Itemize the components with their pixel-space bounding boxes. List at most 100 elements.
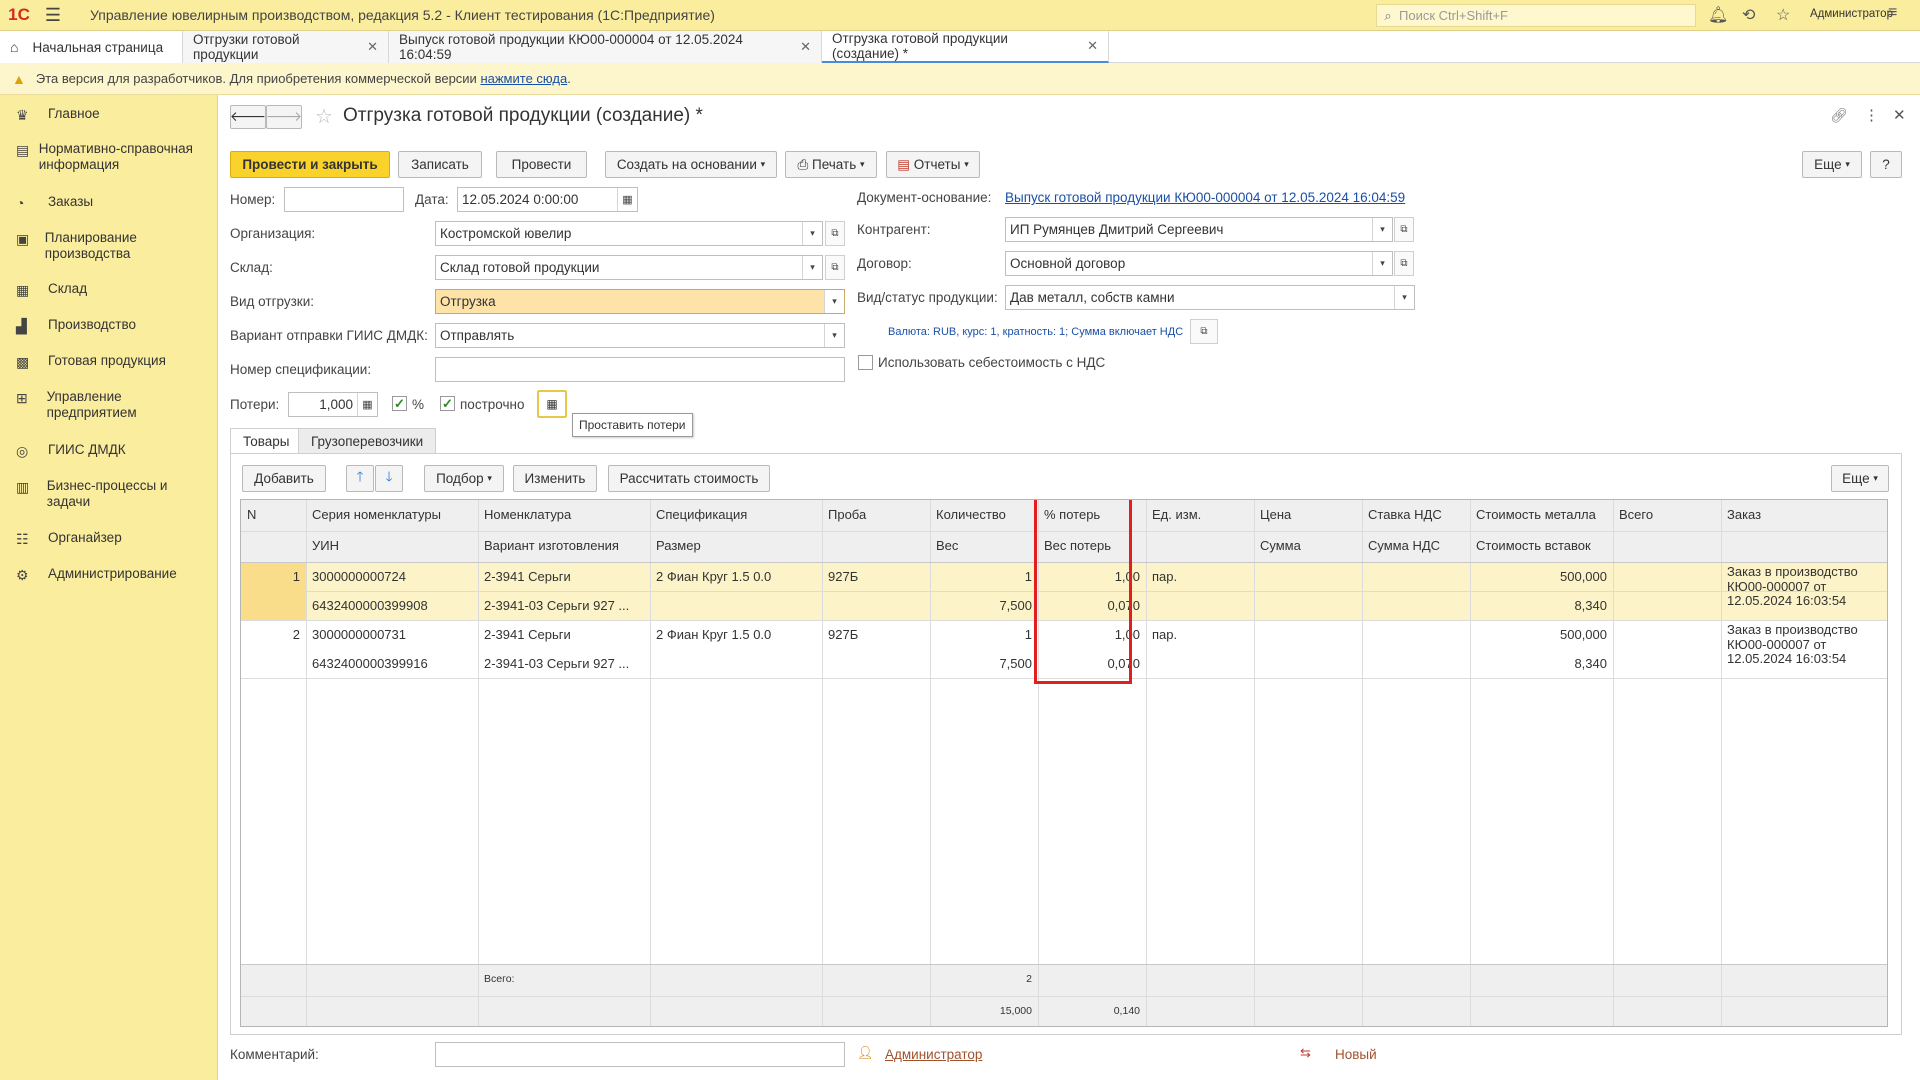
menu-dots-icon[interactable]: ≡ [1888,4,1897,22]
chevron-down-icon[interactable]: ▾ [1372,218,1392,241]
col-header-order[interactable]: Заказ [1721,507,1887,522]
calculate-cost-button[interactable]: Рассчитать стоимость [608,465,770,492]
col-header-unit[interactable]: Ед. изм. [1146,507,1254,522]
add-row-button[interactable]: Добавить [242,465,326,492]
history-icon[interactable]: ⟲ [1742,5,1755,25]
set-losses-button[interactable]: ▦ [537,390,567,418]
cell-nomenclature[interactable]: 2-3941 Серьги [478,569,650,584]
col-header-size[interactable]: Размер [650,538,822,553]
open-organization-icon[interactable]: ⧉ [825,221,845,246]
spec-number-input[interactable] [435,357,845,382]
col-header-vat-sum[interactable]: Сумма НДС [1362,538,1470,553]
basis-document-link[interactable]: Выпуск готовой продукции КЮ00-000004 от … [1005,190,1405,205]
print-button[interactable]: ⎙ Печать ▾ [785,151,877,178]
help-button[interactable]: ? [1870,151,1902,178]
cell-uin[interactable]: 6432400000399916 [306,656,478,671]
col-header-inserts-cost[interactable]: Стоимость вставок [1470,538,1613,553]
grid-more-button[interactable]: Еще ▾ [1831,465,1889,492]
sidebar-item-warehouse[interactable]: ▦ Склад [0,281,218,298]
cell-specification[interactable]: 2 Фиан Круг 1.5 0.0 [650,569,822,584]
sidebar-item-management[interactable]: ⊞ Управление предприятием [0,389,218,421]
move-down-icon[interactable]: 🡓 [375,465,403,492]
product-status-field[interactable]: Дав металл, собств камни ▾ [1005,285,1415,310]
giis-option-field[interactable]: Отправлять ▾ [435,323,845,348]
losses-input[interactable]: 1,000 ▦ [288,392,378,417]
row-by-row-checkbox[interactable]: ✓ [440,396,455,411]
col-header-probe[interactable]: Проба [822,507,930,522]
cell-inserts-cost[interactable]: 8,340 [1470,598,1613,613]
col-header-specification[interactable]: Спецификация [650,507,822,522]
change-button[interactable]: Изменить [513,465,597,492]
chevron-down-icon[interactable]: ▾ [824,324,844,347]
back-button[interactable]: 🡐 [230,105,266,129]
col-header-series[interactable]: Серия номенклатуры [306,507,478,522]
cell-quantity[interactable]: 1 [930,569,1038,584]
calculator-icon[interactable]: ▦ [357,393,377,416]
col-header-price[interactable]: Цена [1254,507,1362,522]
global-search-input[interactable]: ⌕ Поиск Ctrl+Shift+F [1376,4,1696,27]
open-contract-icon[interactable]: ⧉ [1394,251,1414,276]
number-input[interactable] [284,187,404,212]
shipment-type-field[interactable]: Отгрузка ▾ [435,289,845,314]
calendar-icon[interactable]: ▦ [617,188,637,211]
post-and-close-button[interactable]: Провести и закрыть [230,151,390,178]
cell-series[interactable]: 3000000000731 [306,627,478,642]
cell-specification[interactable]: 2 Фиан Круг 1.5 0.0 [650,627,822,642]
cell-nomenclature[interactable]: 2-3941 Серьги [478,627,650,642]
cell-inserts-cost[interactable]: 8,340 [1470,656,1613,671]
chevron-down-icon[interactable]: ▾ [802,256,822,279]
post-button[interactable]: Провести [496,151,587,178]
sidebar-item-admin[interactable]: ⚙ Администрирование [0,566,218,583]
tab-carriers[interactable]: Грузоперевозчики [298,428,437,454]
chevron-down-icon[interactable]: ▾ [824,290,844,313]
chevron-down-icon[interactable]: ▾ [802,222,822,245]
date-input[interactable]: 12.05.2024 0:00:00 ▦ [457,187,638,212]
sidebar-item-production[interactable]: ▟ Производство [0,317,218,334]
cell-weight[interactable]: 7,500 [930,598,1038,613]
reports-button[interactable]: ▤ Отчеты ▾ [886,151,980,178]
cell-probe[interactable]: 927Б [822,569,930,584]
organization-field[interactable]: Костромской ювелир ▾ [435,221,823,246]
col-header-nomenclature[interactable]: Номенклатура [478,507,650,522]
edit-currency-icon[interactable]: ⧉ [1190,319,1218,344]
chevron-down-icon[interactable]: ▾ [1394,286,1414,309]
sidebar-item-finished-goods[interactable]: ▩ Готовая продукция [0,353,218,370]
cell-order[interactable]: Заказ в производство КЮ00-000007 от 12.0… [1721,565,1887,609]
tab-home[interactable]: ⌂ Начальная страница [0,31,183,63]
sidebar-item-organizer[interactable]: ☷ Органайзер [0,530,218,547]
sidebar-item-reference[interactable]: ▤ Нормативно-справочная информация [0,141,218,173]
tab-goods[interactable]: Товары [230,428,303,454]
author-link[interactable]: Администратор [885,1047,982,1062]
tab-shipment-create[interactable]: Отгрузка готовой продукции (создание) * … [822,31,1109,63]
cell-metal-cost[interactable]: 500,000 [1470,627,1613,642]
tab-release-document[interactable]: Выпуск готовой продукции КЮ00-000004 от … [389,31,822,63]
cell-metal-cost[interactable]: 500,000 [1470,569,1613,584]
cell-variant[interactable]: 2-3941-03 Серьги 927 ... [478,598,650,613]
bell-icon[interactable]: 🔔︎ [1708,5,1728,25]
cell-probe[interactable]: 927Б [822,627,930,642]
sidebar-item-main[interactable]: ♛ Главное [0,106,218,123]
favorite-star-icon[interactable]: ☆ [315,104,333,129]
link-icon[interactable]: 🔗︎ [1830,107,1848,124]
col-header-total[interactable]: Всего [1613,507,1721,522]
close-icon[interactable]: ✕ [367,39,378,55]
cost-with-vat-checkbox[interactable] [858,355,873,370]
cell-unit[interactable]: пар. [1146,569,1254,584]
more-vertical-icon[interactable]: ⋮ [1864,106,1879,124]
open-contractor-icon[interactable]: ⧉ [1394,217,1414,242]
sidebar-item-orders[interactable]: ◔ Заказы [0,194,218,211]
warehouse-field[interactable]: Склад готовой продукции ▾ [435,255,823,280]
contractor-field[interactable]: ИП Румянцев Дмитрий Сергеевич ▾ [1005,217,1393,242]
col-header-variant[interactable]: Вариант изготовления [478,538,650,553]
cell-weight[interactable]: 7,500 [930,656,1038,671]
col-header-weight[interactable]: Вес [930,538,1038,553]
sidebar-item-business-processes[interactable]: ▥ Бизнес-процессы и задачи [0,478,218,510]
sidebar-item-planning[interactable]: ▣ Планирование производства [0,230,218,262]
col-header-sum[interactable]: Сумма [1254,538,1362,553]
cell-quantity[interactable]: 1 [930,627,1038,642]
chevron-down-icon[interactable]: ▾ [1372,252,1392,275]
comment-input[interactable] [435,1042,845,1067]
close-icon[interactable]: ✕ [800,39,811,55]
cell-uin[interactable]: 6432400000399908 [306,598,478,613]
col-header-uin[interactable]: УИН [306,538,478,553]
